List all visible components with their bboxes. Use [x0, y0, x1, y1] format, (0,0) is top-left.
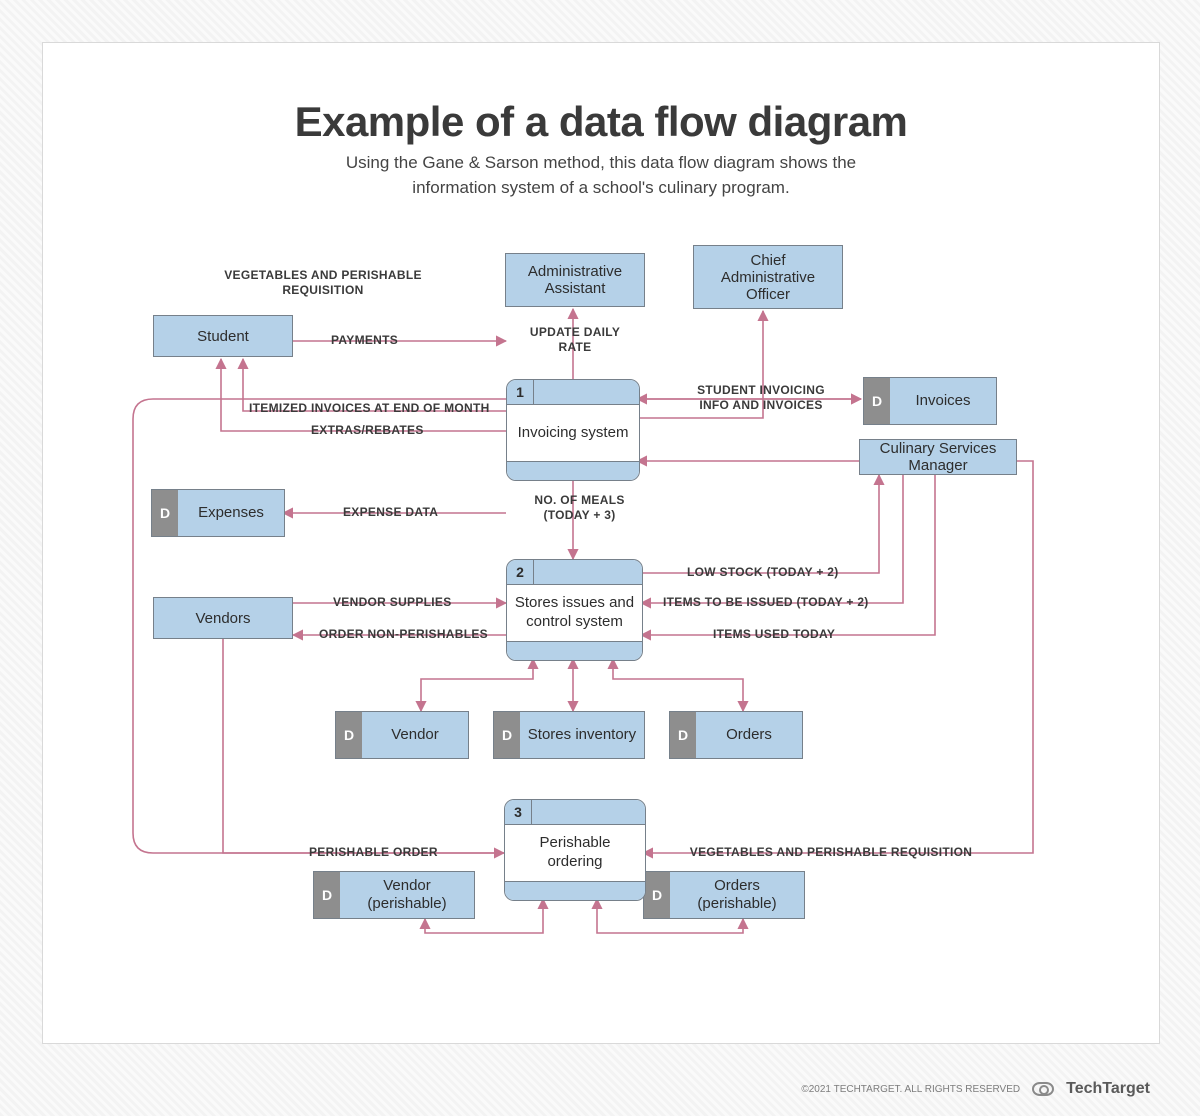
flow-perishable-order: PERISHABLE ORDER [309, 845, 438, 860]
diagram-card: Example of a data flow diagram Using the… [42, 42, 1160, 1044]
store-expenses: DExpenses [151, 489, 285, 537]
flow-items-to-issue: ITEMS TO BE ISSUED (TODAY + 2) [663, 595, 869, 610]
entity-cao: Chief Administrative Officer [693, 245, 843, 309]
flow-itemized: ITEMIZED INVOICES AT END OF MONTH [249, 401, 490, 416]
flow-veg-req-top: VEGETABLES AND PERISHABLE REQUISITION [183, 268, 463, 298]
flow-payments: PAYMENTS [331, 333, 398, 348]
flow-low-stock: LOW STOCK (TODAY + 2) [687, 565, 839, 580]
footer-brand: TechTarget [1066, 1080, 1150, 1098]
flow-veg-req-bottom: VEGETABLES AND PERISHABLE REQUISITION [681, 845, 981, 860]
eye-icon [1032, 1082, 1054, 1096]
diagram-title: Example of a data flow diagram [43, 98, 1159, 146]
process-invoicing-system: 1 Invoicing system [506, 379, 640, 481]
entity-admin-assistant: Administrative Assistant [505, 253, 645, 307]
process-perishable-ordering: 3 Perishable ordering [504, 799, 646, 901]
flow-student-invoicing: STUDENT INVOICING INFO AND INVOICES [683, 383, 839, 413]
flow-vendor-supplies: VENDOR SUPPLIES [333, 595, 452, 610]
diagram-subtitle: Using the Gane & Sarson method, this dat… [43, 151, 1159, 200]
store-invoices: DInvoices [863, 377, 997, 425]
store-vendor-perishable: DVendor (perishable) [313, 871, 475, 919]
flow-no-meals: NO. OF MEALS (TODAY + 3) [527, 493, 632, 523]
store-orders: DOrders [669, 711, 803, 759]
entity-student: Student [153, 315, 293, 357]
flow-items-used: ITEMS USED TODAY [713, 627, 835, 642]
footer: ©2021 TECHTARGET. ALL RIGHTS RESERVED Te… [801, 1080, 1150, 1098]
entity-vendors: Vendors [153, 597, 293, 639]
process-stores-control: 2 Stores issues and control system [506, 559, 643, 661]
store-stores-inventory: DStores inventory [493, 711, 645, 759]
flow-order-nonperish: ORDER NON-PERISHABLES [319, 627, 488, 642]
entity-csm: Culinary Services Manager [859, 439, 1017, 475]
flow-expense-data: EXPENSE DATA [343, 505, 438, 520]
footer-copyright: ©2021 TECHTARGET. ALL RIGHTS RESERVED [801, 1084, 1020, 1095]
store-orders-perishable: DOrders (perishable) [643, 871, 805, 919]
flow-extras: EXTRAS/REBATES [311, 423, 424, 438]
store-vendor: DVendor [335, 711, 469, 759]
flow-update-daily-rate: UPDATE DAILY RATE [529, 325, 621, 355]
